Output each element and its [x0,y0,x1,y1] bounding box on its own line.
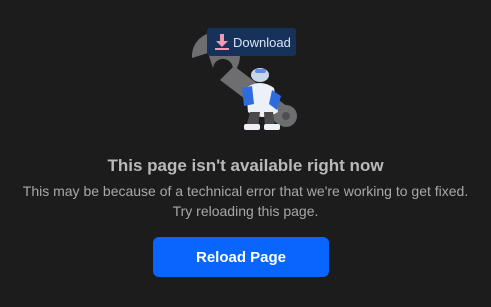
download-label: Download [233,34,291,50]
reload-page-button[interactable]: Reload Page [153,237,329,277]
download-arrow-icon [214,33,230,51]
error-message: This may be because of a technical error… [22,183,469,219]
download-button[interactable]: Download [207,28,296,56]
error-title: This page isn't available right now [107,156,384,175]
